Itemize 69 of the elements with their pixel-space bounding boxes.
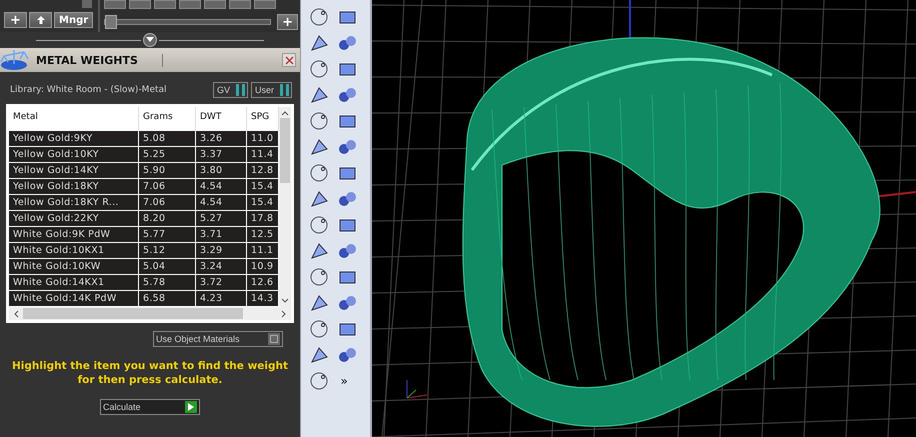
- table-cell: White Gold:14KX1: [9, 275, 139, 291]
- manager-button[interactable]: Mngr: [54, 12, 94, 28]
- table-cell: 10.9: [247, 259, 279, 275]
- table-cell: 12.6: [247, 275, 279, 291]
- table-cell: 14.3: [247, 291, 279, 307]
- table-cell: Yellow Gold:22KY: [9, 211, 139, 227]
- collapse-button[interactable]: [143, 33, 157, 47]
- panel-title: METAL WEIGHTS: [32, 54, 163, 66]
- table-cell: 6.58: [139, 291, 196, 307]
- table-cell: 5.04: [139, 259, 196, 275]
- vertical-scrollbar[interactable]: [279, 107, 291, 307]
- table-cell: Yellow Gold:18KY R...: [9, 195, 139, 211]
- table-cell: 12.8: [247, 163, 279, 179]
- play-icon: [188, 403, 194, 411]
- table-cell: 3.72: [196, 275, 247, 291]
- table-cell: 4.23: [196, 291, 247, 307]
- table-cell: 5.77: [139, 227, 196, 243]
- close-button[interactable]: [282, 53, 296, 67]
- table-cell: 3.37: [196, 147, 247, 163]
- close-icon: [284, 56, 294, 64]
- more-tools-button[interactable]: »: [340, 374, 348, 388]
- table-cell: White Gold:14K PdW: [9, 291, 139, 307]
- add-button[interactable]: +: [4, 12, 27, 28]
- table-cell: 12.5: [247, 227, 279, 243]
- horizontal-scrollbar[interactable]: [9, 307, 291, 320]
- scroll-right-icon[interactable]: [281, 310, 287, 318]
- table-cell: Yellow Gold:10KY: [9, 147, 139, 163]
- table-cell: 5.08: [139, 131, 196, 147]
- table-cell: 11.0: [247, 131, 279, 147]
- table-cell: 15.4: [247, 195, 279, 211]
- table-cell: 8.20: [139, 211, 196, 227]
- table-cell: White Gold:9K PdW: [9, 227, 139, 243]
- table-cell: 7.06: [139, 195, 196, 211]
- table-cell: 15.4: [247, 179, 279, 195]
- table-cell: White Gold:10KX1: [9, 243, 139, 259]
- table-cell: 5.12: [139, 243, 196, 259]
- table-cell: 17.8: [247, 211, 279, 227]
- caret-down-icon: [146, 37, 154, 43]
- table-cell: 3.80: [196, 163, 247, 179]
- library-label: Library: White Room - (Slow)-Metal: [10, 85, 168, 95]
- toggle-button[interactable]: User: [250, 82, 292, 98]
- table-cell: 5.78: [139, 275, 196, 291]
- table-cell: White Gold:10KW: [9, 259, 139, 275]
- table-cell: 3.29: [196, 243, 247, 259]
- instruction-text: Highlight the item you want to find the weight for then press calculate.: [11, 359, 289, 387]
- table-cell: 3.26: [196, 131, 247, 147]
- table-cell: 5.90: [139, 163, 196, 179]
- up-arrow-icon: [36, 15, 46, 25]
- table-cell: 3.24: [196, 259, 247, 275]
- scroll-left-icon[interactable]: [13, 310, 19, 318]
- axis-indicator-icon: [406, 380, 428, 398]
- table-cell: Yellow Gold:9KY: [9, 131, 139, 147]
- table-cell: 4.54: [196, 179, 247, 195]
- calculate-button[interactable]: Calculate: [100, 399, 200, 415]
- table-cell: 3.71: [196, 227, 247, 243]
- toggle-button[interactable]: GV: [212, 82, 248, 98]
- table-cell: 4.54: [196, 195, 247, 211]
- scroll-down-icon[interactable]: [281, 298, 289, 304]
- table-cell: Yellow Gold:18KY: [9, 179, 139, 195]
- use-object-materials-option[interactable]: Use Object Materials: [153, 331, 283, 347]
- table-cell: 11.4: [247, 147, 279, 163]
- table-cell: 5.25: [139, 147, 196, 163]
- table-cell: Yellow Gold:14KY: [9, 163, 139, 179]
- add-button[interactable]: +: [277, 14, 298, 30]
- table-cell: 7.06: [139, 179, 196, 195]
- scroll-up-icon[interactable]: [281, 110, 289, 116]
- table-cell: 11.1: [247, 243, 279, 259]
- up-button[interactable]: [29, 12, 52, 28]
- table-cell: 5.27: [196, 211, 247, 227]
